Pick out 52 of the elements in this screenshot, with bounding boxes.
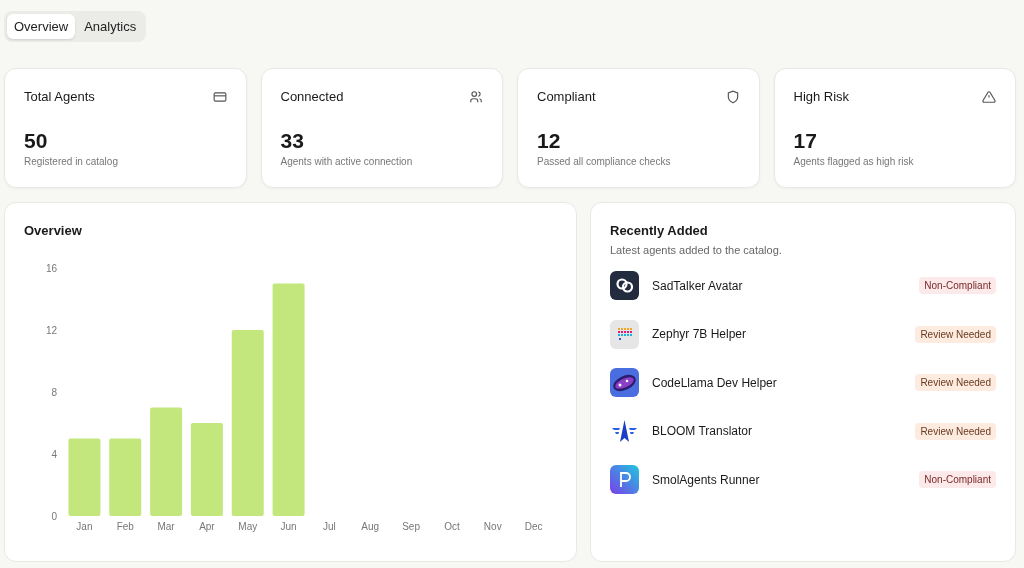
axis-label: Jul <box>323 521 336 532</box>
dot-grid-icon <box>610 319 639 349</box>
axis-label: Sep <box>402 521 420 532</box>
agent-name: SadTalker Avatar <box>652 278 744 293</box>
status-badge: Non-Compliant <box>919 277 996 294</box>
stat-caption: Passed all compliance checks <box>537 156 672 167</box>
card-title: Recently Added <box>610 223 708 238</box>
stat-caption: Agents flagged as high risk <box>793 156 915 167</box>
stat-title: Total Agents <box>24 89 95 104</box>
planet-icon <box>610 368 639 397</box>
agent-name: SmolAgents Runner <box>652 472 761 487</box>
tab[interactable]: Overview <box>7 14 76 39</box>
axis-label: Aug <box>361 521 380 532</box>
axis-label: Nov <box>483 521 502 532</box>
agent-name: BLOOM Translator <box>652 424 754 438</box>
axis-label: 16 <box>45 262 57 274</box>
credit-card-icon <box>212 89 227 104</box>
card-subtitle: Latest agents added to the catalog. <box>610 244 783 256</box>
axis-label: May <box>238 521 258 532</box>
axis-label: Feb <box>116 521 134 532</box>
stat-value: 50 <box>24 129 49 153</box>
stat-title: Compliant <box>537 89 596 104</box>
axis-label: Jun <box>280 521 297 532</box>
card-title: Overview <box>24 223 82 238</box>
axis-label: Dec <box>524 521 543 532</box>
users-icon <box>469 89 483 104</box>
agent-name: Zephyr 7B Helper <box>652 327 748 341</box>
status-badge: Non-Compliant <box>919 471 996 488</box>
warning-icon <box>982 89 996 104</box>
status-badge: Review Needed <box>915 422 996 440</box>
stat-title: High Risk <box>793 89 850 104</box>
axis-label: 8 <box>51 386 57 398</box>
agent-name: CodeLlama Dev Helper <box>652 375 778 390</box>
stat-caption: Registered in catalog <box>24 156 119 167</box>
stat-value: 12 <box>537 129 562 153</box>
letter-mark-icon <box>610 465 639 494</box>
axis-label: 12 <box>45 324 57 336</box>
axis-label: Jan <box>76 521 93 532</box>
axis-label: Apr <box>199 521 215 532</box>
status-badge: Review Needed <box>915 374 996 391</box>
axis-label: 4 <box>51 448 57 460</box>
axis-label: Mar <box>157 521 175 532</box>
stat-title: Connected <box>280 89 344 104</box>
shield-icon <box>725 89 740 104</box>
stat-value: 33 <box>280 129 305 153</box>
stat-value: 17 <box>793 129 818 153</box>
stat-caption: Agents with active connection <box>280 156 414 167</box>
axis-label: 0 <box>51 510 57 522</box>
chat-bubbles-icon <box>610 271 639 300</box>
tab[interactable]: Analytics <box>77 14 144 39</box>
status-badge: Review Needed <box>915 325 996 343</box>
axis-label: Oct <box>444 521 460 532</box>
